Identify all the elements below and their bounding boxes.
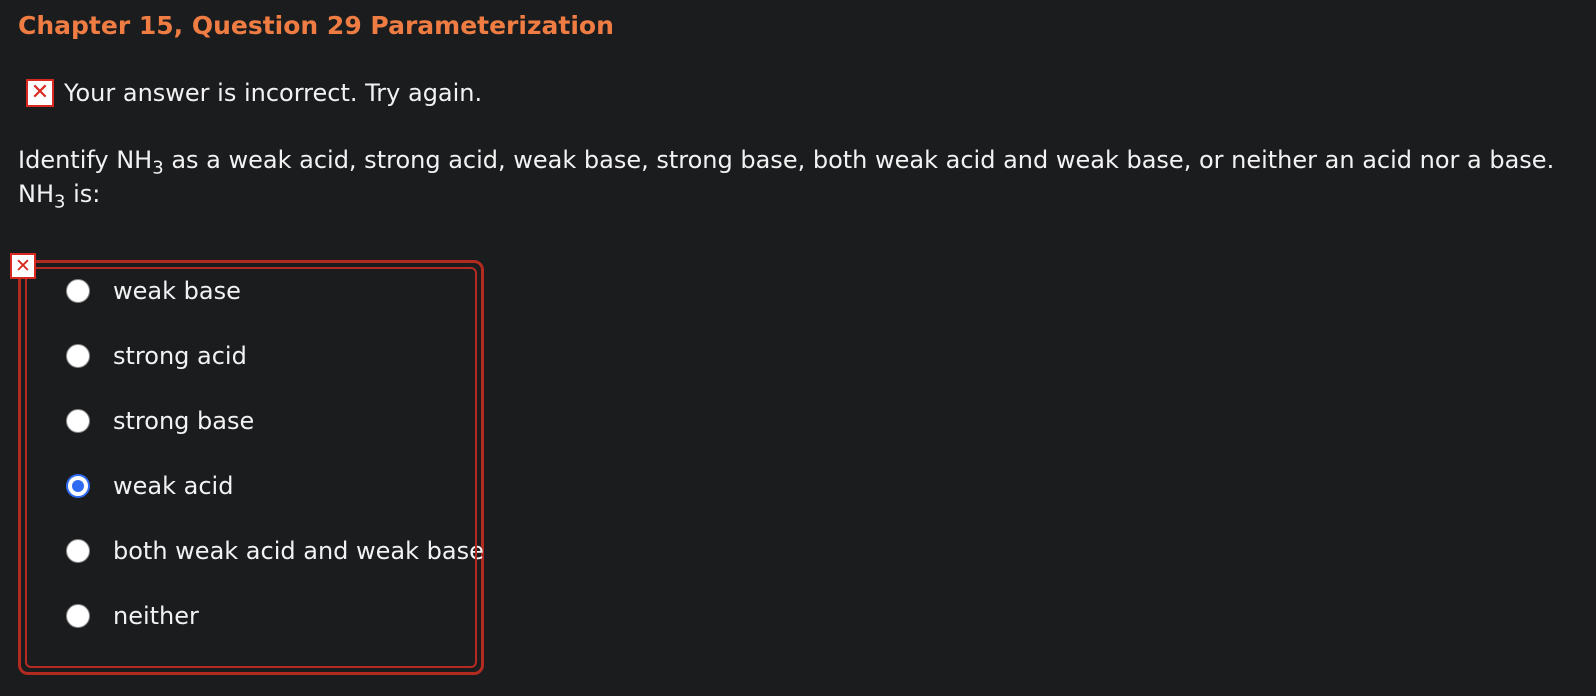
feedback-message: ✕ Your answer is incorrect. Try again. <box>26 77 482 109</box>
choice-strong-acid[interactable]: strong acid <box>66 336 247 376</box>
choice-neither[interactable]: neither <box>66 596 199 636</box>
choice-both-weak-acid-and-weak-base[interactable]: both weak acid and weak base <box>66 531 484 571</box>
radio-button[interactable] <box>66 604 90 628</box>
radio-button[interactable] <box>66 279 90 303</box>
question-title: Chapter 15, Question 29 Parameterization <box>18 11 614 40</box>
incorrect-x-icon: ✕ <box>26 79 54 107</box>
choice-weak-acid[interactable]: weak acid <box>66 466 233 506</box>
radio-button[interactable] <box>66 344 90 368</box>
choice-label[interactable]: strong acid <box>113 342 247 370</box>
choice-weak-base[interactable]: weak base <box>66 271 241 311</box>
radio-button-selected[interactable] <box>66 474 90 498</box>
incorrect-x-icon: ✕ <box>10 253 36 279</box>
feedback-text: Your answer is incorrect. Try again. <box>64 79 483 107</box>
choice-label[interactable]: both weak acid and weak base <box>113 537 484 565</box>
question-line-2: NH3 is: <box>18 180 101 213</box>
question-line-1: Identify NH3 as a weak acid, strong acid… <box>18 146 1555 179</box>
radio-button[interactable] <box>66 539 90 563</box>
answer-choices-group: weak base strong acid strong base weak a… <box>18 260 484 675</box>
choice-label[interactable]: weak base <box>113 277 241 305</box>
choice-label[interactable]: weak acid <box>113 472 233 500</box>
choice-strong-base[interactable]: strong base <box>66 401 254 441</box>
choice-label[interactable]: strong base <box>113 407 254 435</box>
radio-button[interactable] <box>66 409 90 433</box>
question-text: Identify NH3 as a weak acid, strong acid… <box>18 143 1554 211</box>
choice-label[interactable]: neither <box>113 602 199 630</box>
